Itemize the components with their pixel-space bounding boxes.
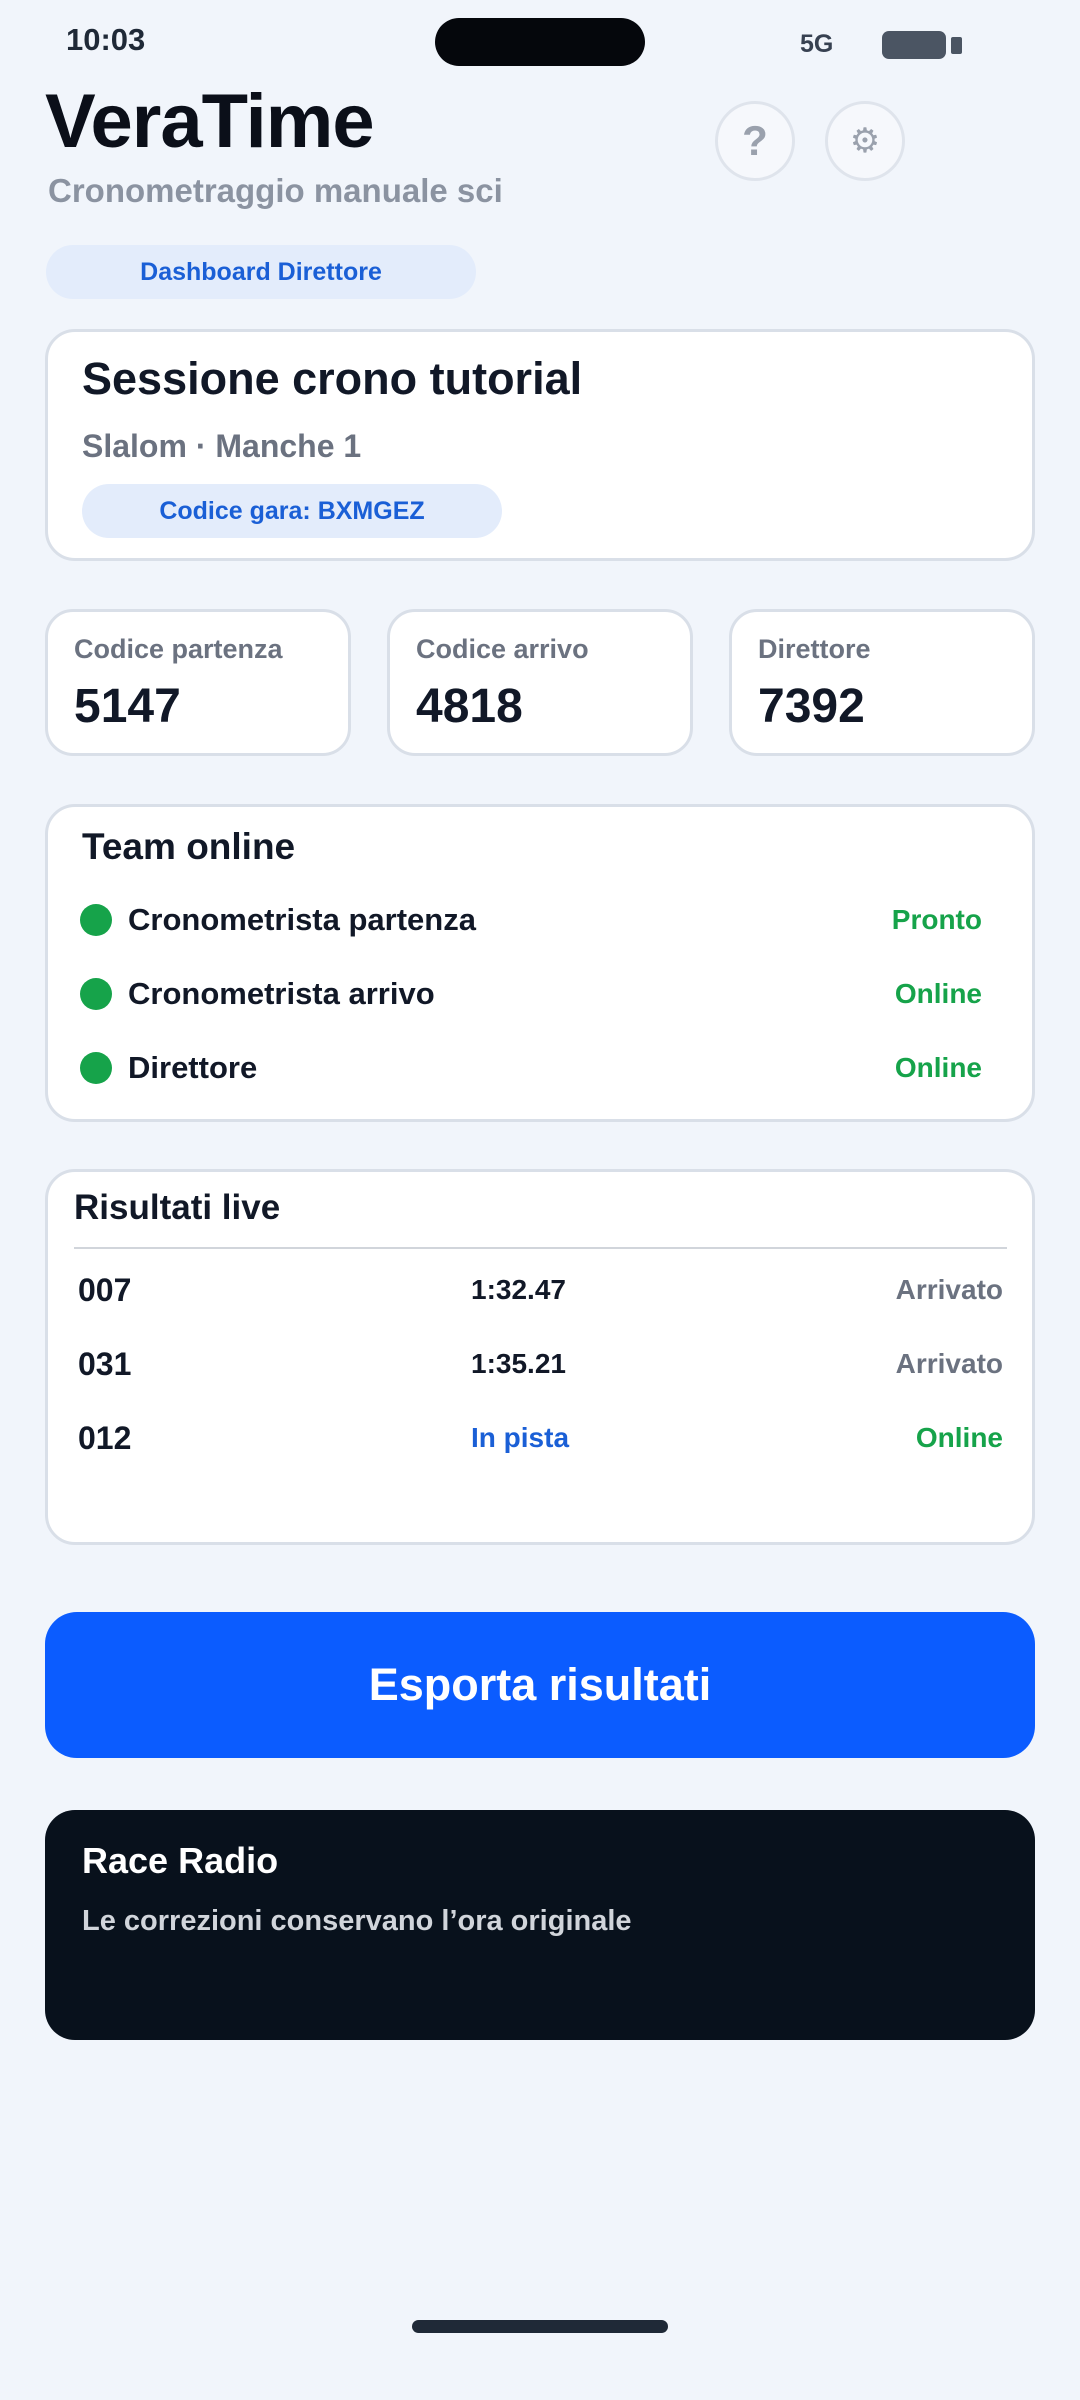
result-bib: 007 [78, 1272, 132, 1308]
result-time: 1:32.47 [471, 1274, 566, 1305]
result-time: In pista [471, 1422, 570, 1453]
result-bib: 031 [78, 1346, 132, 1382]
team-member-name: Cronometrista arrivo [128, 976, 435, 1011]
help-button[interactable]: ? [715, 101, 795, 181]
gear-icon: ⚙ [849, 122, 881, 160]
dashboard-role-badge: Dashboard Direttore [46, 245, 476, 299]
camera-notch [435, 18, 645, 66]
team-member-status: Pronto [891, 904, 982, 935]
help-icon: ? [742, 117, 768, 164]
team-member-name: Cronometrista partenza [128, 902, 476, 937]
export-results-button[interactable]: Esporta risultati [45, 1612, 1035, 1758]
team-member-name: Direttore [128, 1050, 258, 1085]
online-dot-icon [80, 978, 112, 1010]
session-subtitle: Slalom · Manche 1 [82, 428, 362, 464]
result-row[interactable]: 012 In pista Online [78, 1420, 1003, 1464]
network-indicator: 5G [800, 30, 834, 58]
result-row[interactable]: 007 1:32.47 Arrivato [78, 1272, 1003, 1316]
race-code-badge: Codice gara: BXMGEZ [82, 484, 502, 538]
app-subtitle: Cronometraggio manuale sci [48, 172, 503, 209]
stat-value: 4818 [416, 680, 523, 733]
team-member-row: Cronometrista partenza Pronto [80, 898, 985, 942]
result-status: Online [915, 1422, 1003, 1453]
stat-label: Codice arrivo [416, 634, 589, 664]
team-title: Team online [82, 826, 296, 867]
stat-value: 5147 [74, 680, 181, 733]
stat-card-start-code: Codice partenza 5147 [45, 609, 351, 756]
result-status: Arrivato [895, 1274, 1003, 1305]
result-status: Arrivato [895, 1348, 1003, 1379]
team-member-status: Online [894, 978, 982, 1009]
settings-button[interactable]: ⚙ [825, 101, 905, 181]
session-title: Sessione crono tutorial [82, 353, 583, 404]
result-time: 1:35.21 [471, 1348, 566, 1379]
team-member-status: Online [894, 1052, 982, 1083]
stat-label: Direttore [758, 634, 871, 664]
race-radio-message: Le correzioni conservano l’ora originale [82, 1905, 632, 1937]
result-row[interactable]: 031 1:35.21 Arrivato [78, 1346, 1003, 1390]
result-bib: 012 [78, 1420, 132, 1456]
race-radio-title: Race Radio [82, 1840, 279, 1881]
battery-icon [882, 31, 946, 59]
online-dot-icon [80, 1052, 112, 1084]
status-time: 10:03 [66, 22, 146, 57]
app-title: VeraTime [45, 79, 375, 164]
team-member-row: Direttore Online [80, 1046, 985, 1090]
home-indicator[interactable] [412, 2320, 668, 2333]
results-divider [74, 1247, 1007, 1249]
team-member-row: Cronometrista arrivo Online [80, 972, 985, 1016]
battery-tip [951, 37, 962, 54]
stat-label: Codice partenza [74, 634, 283, 664]
stat-card-finish-code: Codice arrivo 4818 [387, 609, 693, 756]
results-title: Risultati live [74, 1188, 281, 1227]
stat-value: 7392 [758, 680, 865, 733]
online-dot-icon [80, 904, 112, 936]
stat-card-director-code: Direttore 7392 [729, 609, 1035, 756]
